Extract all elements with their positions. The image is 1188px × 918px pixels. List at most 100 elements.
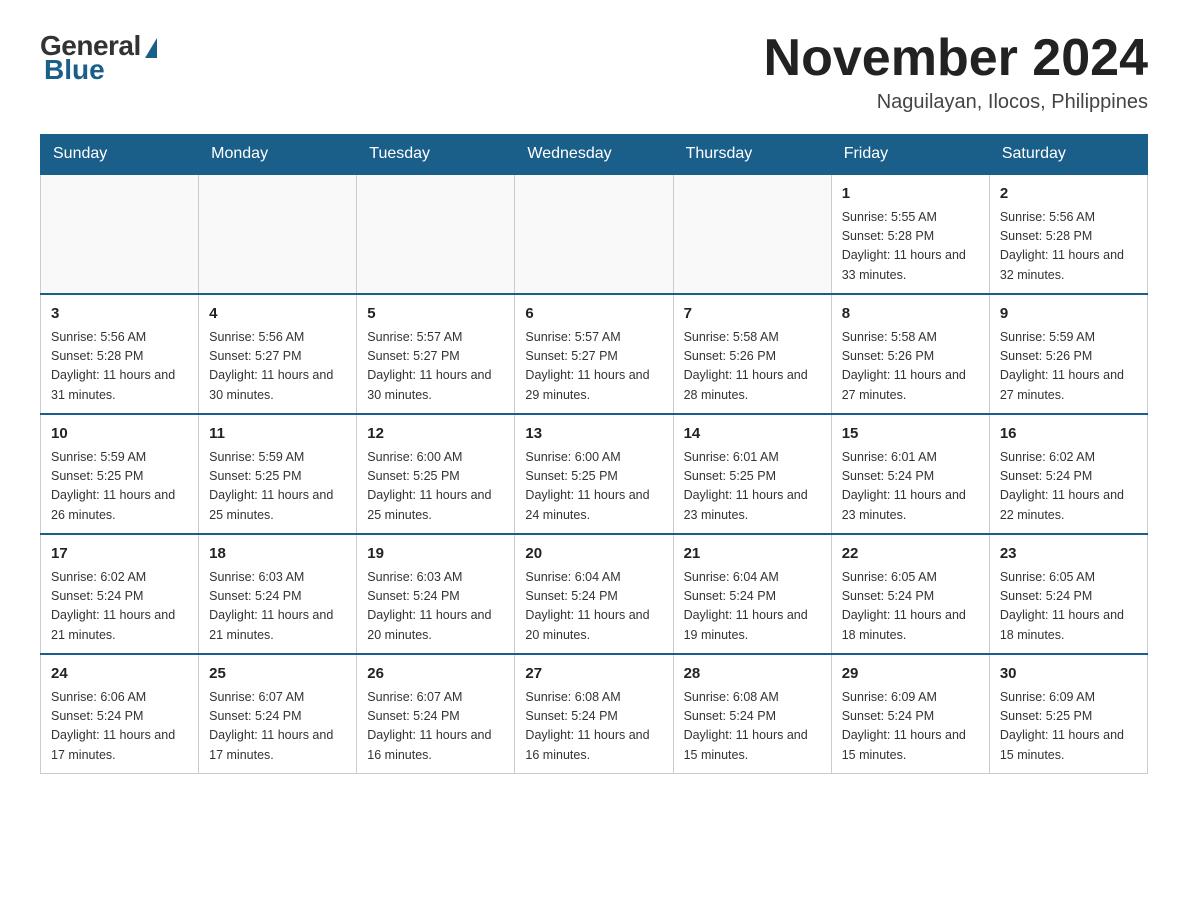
logo-triangle-icon [145,38,157,58]
calendar-cell: 14Sunrise: 6:01 AM Sunset: 5:25 PM Dayli… [673,414,831,534]
day-info: Sunrise: 6:09 AM Sunset: 5:24 PM Dayligh… [842,688,979,766]
calendar-cell [673,174,831,294]
day-number: 10 [51,423,188,446]
calendar-header-monday: Monday [199,135,357,175]
logo: General Blue [40,30,157,86]
calendar-cell [515,174,673,294]
day-number: 21 [684,543,821,566]
calendar-cell: 7Sunrise: 5:58 AM Sunset: 5:26 PM Daylig… [673,294,831,414]
day-info: Sunrise: 5:56 AM Sunset: 5:28 PM Dayligh… [51,328,188,406]
day-number: 25 [209,663,346,686]
day-info: Sunrise: 6:06 AM Sunset: 5:24 PM Dayligh… [51,688,188,766]
calendar-header-tuesday: Tuesday [357,135,515,175]
calendar-header-row: SundayMondayTuesdayWednesdayThursdayFrid… [41,135,1148,175]
calendar-cell: 26Sunrise: 6:07 AM Sunset: 5:24 PM Dayli… [357,654,515,774]
calendar-week-row: 17Sunrise: 6:02 AM Sunset: 5:24 PM Dayli… [41,534,1148,654]
day-number: 28 [684,663,821,686]
calendar-cell: 13Sunrise: 6:00 AM Sunset: 5:25 PM Dayli… [515,414,673,534]
day-number: 22 [842,543,979,566]
calendar-cell: 8Sunrise: 5:58 AM Sunset: 5:26 PM Daylig… [831,294,989,414]
day-info: Sunrise: 5:59 AM Sunset: 5:25 PM Dayligh… [209,448,346,526]
calendar-header-wednesday: Wednesday [515,135,673,175]
calendar-header-saturday: Saturday [989,135,1147,175]
day-number: 15 [842,423,979,446]
day-info: Sunrise: 5:59 AM Sunset: 5:25 PM Dayligh… [51,448,188,526]
day-number: 27 [525,663,662,686]
day-number: 14 [684,423,821,446]
day-info: Sunrise: 5:58 AM Sunset: 5:26 PM Dayligh… [842,328,979,406]
day-info: Sunrise: 6:05 AM Sunset: 5:24 PM Dayligh… [1000,568,1137,646]
day-number: 4 [209,303,346,326]
title-block: November 2024 Naguilayan, Ilocos, Philip… [764,30,1148,114]
calendar-cell: 28Sunrise: 6:08 AM Sunset: 5:24 PM Dayli… [673,654,831,774]
day-number: 24 [51,663,188,686]
calendar-cell: 3Sunrise: 5:56 AM Sunset: 5:28 PM Daylig… [41,294,199,414]
day-info: Sunrise: 5:57 AM Sunset: 5:27 PM Dayligh… [525,328,662,406]
calendar-cell: 2Sunrise: 5:56 AM Sunset: 5:28 PM Daylig… [989,174,1147,294]
day-number: 6 [525,303,662,326]
day-info: Sunrise: 6:03 AM Sunset: 5:24 PM Dayligh… [209,568,346,646]
day-info: Sunrise: 6:07 AM Sunset: 5:24 PM Dayligh… [209,688,346,766]
page-header: General Blue November 2024 Naguilayan, I… [40,30,1148,114]
day-info: Sunrise: 5:56 AM Sunset: 5:28 PM Dayligh… [1000,208,1137,286]
day-number: 26 [367,663,504,686]
calendar-cell: 9Sunrise: 5:59 AM Sunset: 5:26 PM Daylig… [989,294,1147,414]
day-number: 11 [209,423,346,446]
day-number: 5 [367,303,504,326]
calendar-cell: 23Sunrise: 6:05 AM Sunset: 5:24 PM Dayli… [989,534,1147,654]
calendar-cell: 10Sunrise: 5:59 AM Sunset: 5:25 PM Dayli… [41,414,199,534]
day-info: Sunrise: 6:04 AM Sunset: 5:24 PM Dayligh… [525,568,662,646]
day-info: Sunrise: 6:08 AM Sunset: 5:24 PM Dayligh… [684,688,821,766]
day-number: 29 [842,663,979,686]
calendar-cell: 11Sunrise: 5:59 AM Sunset: 5:25 PM Dayli… [199,414,357,534]
day-number: 8 [842,303,979,326]
logo-blue-text: Blue [44,54,105,86]
day-number: 7 [684,303,821,326]
location-subtitle: Naguilayan, Ilocos, Philippines [764,91,1148,114]
day-number: 20 [525,543,662,566]
day-info: Sunrise: 5:57 AM Sunset: 5:27 PM Dayligh… [367,328,504,406]
calendar-cell: 29Sunrise: 6:09 AM Sunset: 5:24 PM Dayli… [831,654,989,774]
calendar-table: SundayMondayTuesdayWednesdayThursdayFrid… [40,134,1148,774]
calendar-cell: 22Sunrise: 6:05 AM Sunset: 5:24 PM Dayli… [831,534,989,654]
calendar-cell: 19Sunrise: 6:03 AM Sunset: 5:24 PM Dayli… [357,534,515,654]
day-info: Sunrise: 6:01 AM Sunset: 5:25 PM Dayligh… [684,448,821,526]
day-info: Sunrise: 6:00 AM Sunset: 5:25 PM Dayligh… [525,448,662,526]
day-info: Sunrise: 5:56 AM Sunset: 5:27 PM Dayligh… [209,328,346,406]
day-number: 1 [842,183,979,206]
calendar-cell: 12Sunrise: 6:00 AM Sunset: 5:25 PM Dayli… [357,414,515,534]
day-info: Sunrise: 6:04 AM Sunset: 5:24 PM Dayligh… [684,568,821,646]
calendar-cell: 21Sunrise: 6:04 AM Sunset: 5:24 PM Dayli… [673,534,831,654]
day-number: 18 [209,543,346,566]
day-number: 3 [51,303,188,326]
month-title: November 2024 [764,30,1148,87]
day-number: 23 [1000,543,1137,566]
day-number: 12 [367,423,504,446]
calendar-cell: 27Sunrise: 6:08 AM Sunset: 5:24 PM Dayli… [515,654,673,774]
day-number: 2 [1000,183,1137,206]
day-number: 16 [1000,423,1137,446]
calendar-cell: 20Sunrise: 6:04 AM Sunset: 5:24 PM Dayli… [515,534,673,654]
calendar-week-row: 1Sunrise: 5:55 AM Sunset: 5:28 PM Daylig… [41,174,1148,294]
calendar-cell [357,174,515,294]
day-info: Sunrise: 6:03 AM Sunset: 5:24 PM Dayligh… [367,568,504,646]
day-info: Sunrise: 6:02 AM Sunset: 5:24 PM Dayligh… [51,568,188,646]
day-info: Sunrise: 6:01 AM Sunset: 5:24 PM Dayligh… [842,448,979,526]
calendar-week-row: 24Sunrise: 6:06 AM Sunset: 5:24 PM Dayli… [41,654,1148,774]
calendar-week-row: 10Sunrise: 5:59 AM Sunset: 5:25 PM Dayli… [41,414,1148,534]
calendar-cell: 30Sunrise: 6:09 AM Sunset: 5:25 PM Dayli… [989,654,1147,774]
calendar-cell: 1Sunrise: 5:55 AM Sunset: 5:28 PM Daylig… [831,174,989,294]
day-info: Sunrise: 6:02 AM Sunset: 5:24 PM Dayligh… [1000,448,1137,526]
day-number: 13 [525,423,662,446]
day-info: Sunrise: 6:07 AM Sunset: 5:24 PM Dayligh… [367,688,504,766]
calendar-header-thursday: Thursday [673,135,831,175]
calendar-cell: 6Sunrise: 5:57 AM Sunset: 5:27 PM Daylig… [515,294,673,414]
day-info: Sunrise: 6:00 AM Sunset: 5:25 PM Dayligh… [367,448,504,526]
day-number: 17 [51,543,188,566]
calendar-cell: 15Sunrise: 6:01 AM Sunset: 5:24 PM Dayli… [831,414,989,534]
calendar-cell: 24Sunrise: 6:06 AM Sunset: 5:24 PM Dayli… [41,654,199,774]
day-number: 30 [1000,663,1137,686]
calendar-cell: 16Sunrise: 6:02 AM Sunset: 5:24 PM Dayli… [989,414,1147,534]
day-info: Sunrise: 5:55 AM Sunset: 5:28 PM Dayligh… [842,208,979,286]
calendar-week-row: 3Sunrise: 5:56 AM Sunset: 5:28 PM Daylig… [41,294,1148,414]
